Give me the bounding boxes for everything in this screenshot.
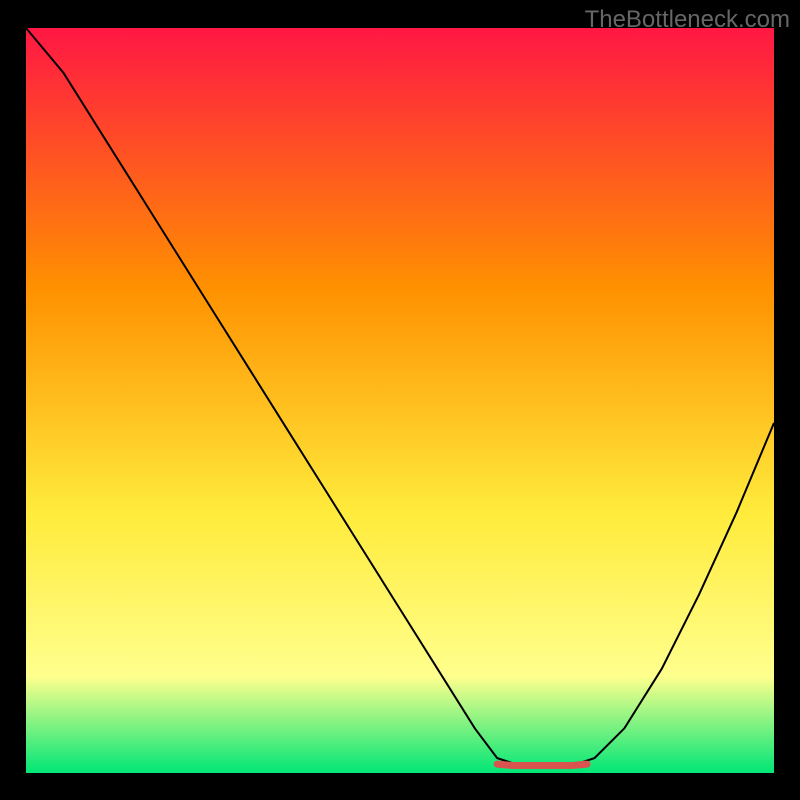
plot-area [26, 28, 774, 773]
optimal-marker [497, 764, 587, 765]
watermark-text: TheBottleneck.com [585, 6, 790, 34]
chart-container: TheBottleneck.com [0, 0, 800, 800]
chart-svg [26, 28, 774, 773]
gradient-background [26, 28, 774, 773]
